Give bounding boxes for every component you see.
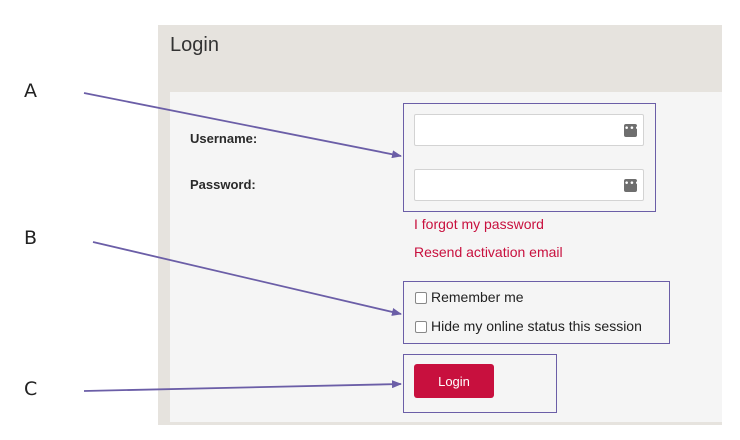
callout-arrows <box>83 92 402 392</box>
callout-arrow-a <box>83 92 402 159</box>
callout-arrow-c <box>83 380 402 392</box>
callout-arrow-b <box>92 241 402 316</box>
